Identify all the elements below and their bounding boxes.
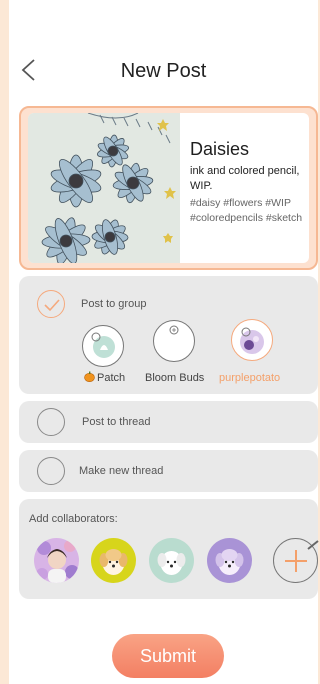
collaborator-avatar-yellow-dog[interactable]: [91, 538, 136, 583]
add-collaborator-button[interactable]: [273, 538, 319, 583]
post-to-group-checkbox[interactable]: [37, 290, 65, 318]
post-to-thread-label: Post to thread: [82, 416, 151, 428]
plus-icon: [285, 540, 319, 572]
post-to-group-panel: Post to group Patch Bloom Buds purplepot…: [19, 276, 318, 394]
group-name-purplepotato: purplepotato: [219, 372, 281, 384]
add-collaborators-label: Add collaborators:: [29, 513, 118, 525]
make-new-thread-label: Make new thread: [79, 465, 164, 477]
check-icon: [44, 299, 60, 312]
group-avatar-bloom-buds[interactable]: [153, 320, 195, 362]
purple-dog-avatar: [207, 538, 252, 583]
post-preview-inner: Daisies ink and colored pencil, WIP. #da…: [28, 113, 309, 263]
post-preview-card: Daisies ink and colored pencil, WIP. #da…: [19, 106, 318, 270]
purplepotato-group-icon: [240, 327, 264, 354]
make-new-thread-panel: Make new thread: [19, 450, 318, 492]
header: New Post: [9, 48, 318, 92]
group-avatar-patch[interactable]: [82, 325, 124, 367]
make-new-thread-radio[interactable]: [37, 457, 65, 485]
post-artwork-image: [28, 113, 180, 263]
bloom-buds-group-icon: [169, 325, 179, 335]
white-dog-avatar: [149, 538, 194, 583]
photo-avatar: [34, 538, 79, 583]
post-to-group-label: Post to group: [81, 298, 147, 310]
pumpkin-icon: [84, 371, 95, 382]
page-title: New Post: [120, 60, 207, 82]
new-post-screen: New Post Daisies ink and colored pencil,…: [9, 0, 319, 684]
post-to-thread-radio[interactable]: [37, 408, 65, 436]
post-to-thread-panel: Post to thread: [19, 401, 318, 443]
post-title: Daisies: [190, 139, 250, 159]
post-text: Daisies ink and colored pencil, WIP. #da…: [190, 139, 303, 226]
collaborator-avatar-purple-dog[interactable]: [207, 538, 252, 583]
collaborator-avatar-photo[interactable]: [34, 538, 79, 583]
collaborator-avatar-white-dog[interactable]: [149, 538, 194, 583]
group-avatar-purplepotato[interactable]: [231, 319, 273, 361]
patch-group-icon: [91, 332, 115, 358]
group-name-patch: Patch: [97, 372, 126, 384]
post-tags: #daisy #flowers #WIP #coloredpencils #sk…: [190, 197, 303, 224]
yellow-dog-avatar: [91, 538, 136, 583]
collaborators-panel: Add collaborators:: [19, 499, 319, 599]
group-name-bloom-buds: Bloom Buds: [145, 372, 205, 384]
post-description: ink and colored pencil, WIP.: [190, 165, 300, 192]
submit-button[interactable]: Submit: [112, 634, 224, 678]
